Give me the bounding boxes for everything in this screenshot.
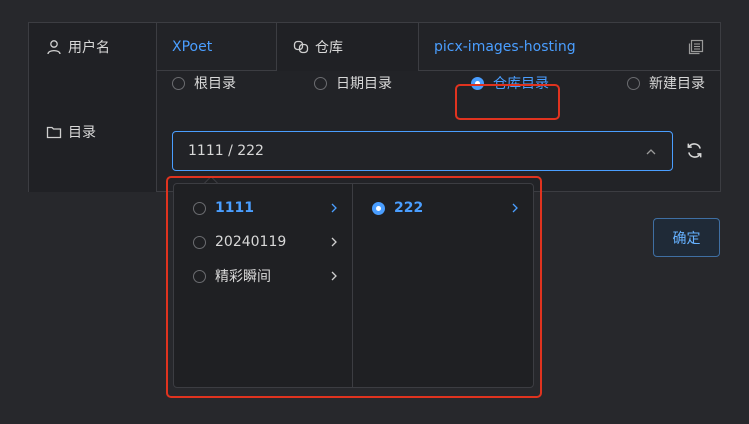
- user-icon: [47, 40, 61, 55]
- username-label-cell: 用户名: [29, 23, 157, 71]
- radio-label: 新建目录: [649, 76, 705, 92]
- radio-new-dir[interactable]: 新建目录: [627, 68, 705, 98]
- repo-value: picx-images-hosting: [419, 23, 722, 71]
- radio-circle[interactable]: [627, 76, 640, 90]
- chevron-up-icon[interactable]: [645, 146, 657, 158]
- config-row-user-repo: 用户名 XPoet 仓库 picx-images-hosting: [29, 23, 720, 71]
- username-value: XPoet: [157, 23, 277, 71]
- cascader-value: 1111 / 222: [188, 143, 264, 159]
- radio-root-dir[interactable]: 根目录: [172, 68, 236, 98]
- radio-date-dir[interactable]: 日期目录: [314, 68, 392, 98]
- highlight-box-radio: [455, 84, 560, 120]
- username-text: XPoet: [172, 39, 213, 55]
- radio-label: 日期目录: [336, 76, 392, 92]
- dir-label-cell: 目录: [29, 71, 157, 192]
- radio-circle[interactable]: [172, 76, 185, 90]
- repo-text: picx-images-hosting: [434, 39, 576, 55]
- upload-config-page: 用户名 XPoet 仓库 picx-images-hosting 目录 根目录 …: [0, 0, 749, 424]
- radio-label: 根目录: [194, 76, 236, 92]
- dir-label: 目录: [68, 124, 96, 141]
- highlight-box-dropdown: [166, 176, 542, 398]
- confirm-button[interactable]: 确定: [653, 218, 720, 257]
- username-label: 用户名: [68, 40, 110, 56]
- folder-icon: [46, 126, 62, 138]
- refresh-icon[interactable]: [685, 141, 704, 160]
- repo-label-cell: 仓库: [277, 23, 419, 71]
- repo-label: 仓库: [315, 40, 343, 56]
- repo-icon: [293, 40, 309, 54]
- dir-cascader-input[interactable]: 1111 / 222: [172, 131, 673, 171]
- radio-circle[interactable]: [314, 76, 327, 90]
- copy-icon[interactable]: [688, 39, 704, 55]
